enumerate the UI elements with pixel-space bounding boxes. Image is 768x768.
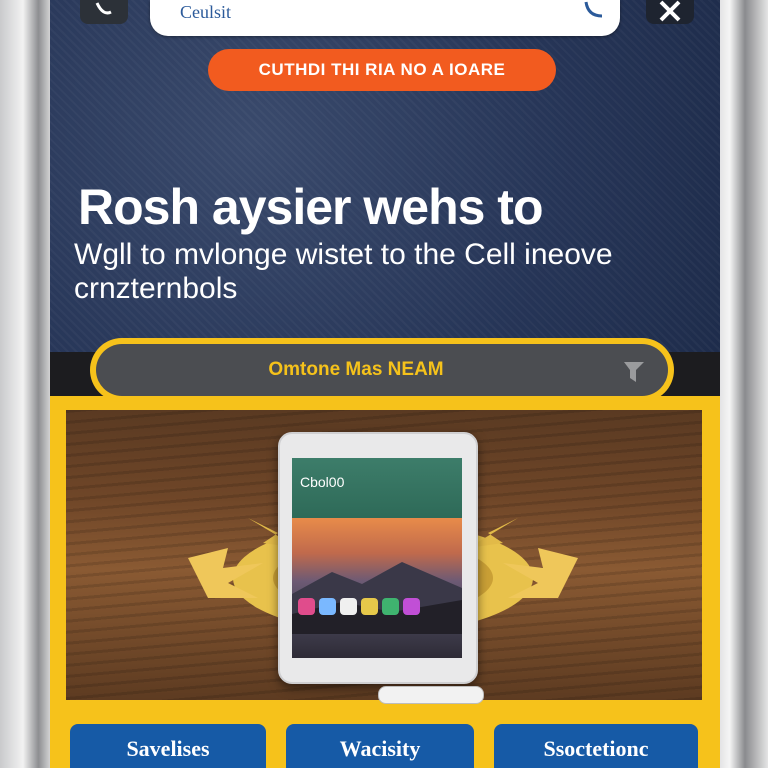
- app-icon: [340, 598, 357, 615]
- app-icon: [319, 598, 336, 615]
- app-icon: [298, 598, 315, 615]
- banner-icon[interactable]: [622, 358, 646, 384]
- hero-title: Rosh aysier wehs to: [78, 179, 543, 235]
- tab-2[interactable]: Wacisity: [286, 724, 474, 768]
- search-bar[interactable]: Ceulsit: [150, 0, 620, 36]
- smartphone-screen: Cbol00: [292, 458, 462, 658]
- search-text: Ceulsit: [180, 2, 232, 22]
- app-icon: [382, 598, 399, 615]
- cta-button[interactable]: CUTHDI THI RIA NO A IOARE: [208, 49, 556, 91]
- app-icon: [403, 598, 420, 615]
- smartphone-title: Cbol00: [300, 474, 345, 490]
- hero-subtitle: Wgll to mvlonge wistet to the Cell ineov…: [74, 238, 613, 305]
- app-icon-row: [298, 598, 458, 618]
- app-icon: [361, 598, 378, 615]
- back-icon[interactable]: [80, 0, 128, 24]
- device-grille: [378, 686, 484, 704]
- tab-3[interactable]: Ssoctetionc: [494, 724, 698, 768]
- tab-1[interactable]: Savelises: [70, 724, 266, 768]
- mountain-silhouette: [292, 562, 462, 634]
- close-icon[interactable]: [646, 0, 694, 24]
- banner-label: Omtone Mas NEAM: [268, 359, 444, 380]
- smartphone-header: Cbol00: [292, 458, 462, 518]
- app-screen: Ceulsit CUTHDI THI RIA NO A IOARE Rosh a…: [50, 0, 720, 768]
- phone-icon[interactable]: [582, 0, 606, 20]
